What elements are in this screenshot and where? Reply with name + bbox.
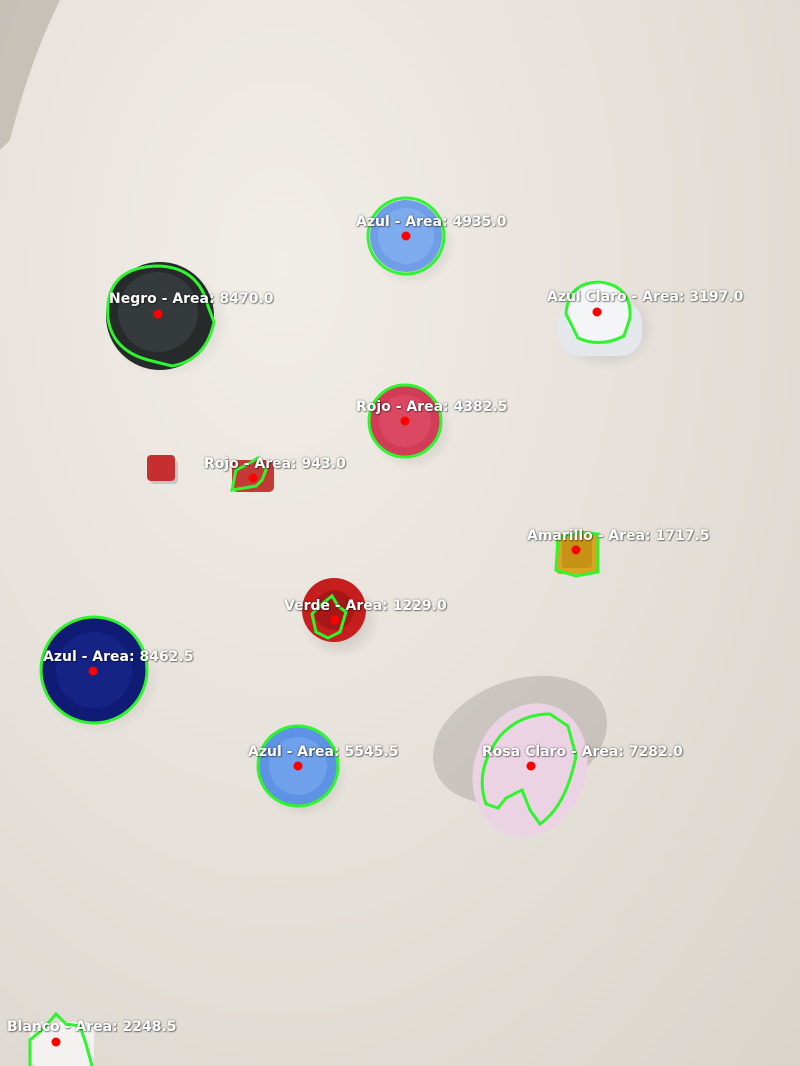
object-label: Blanco - Area: 2248.5: [7, 1019, 177, 1035]
object-label: Azul - Area: 8462.5: [43, 649, 194, 665]
centroid-dot: [293, 761, 303, 771]
centroid-dot: [571, 545, 581, 555]
centroid-dot: [401, 231, 411, 241]
centroid-dot: [400, 416, 410, 426]
black-cap: [106, 262, 230, 378]
centroid-dot: [88, 666, 98, 676]
centroid-dot: [330, 615, 340, 625]
object-label: Rojo - Area: 943.0: [204, 456, 346, 472]
centroid-dot: [526, 761, 536, 771]
object-label: Amarillo - Area: 1717.5: [527, 528, 710, 544]
corner-shadow: [0, 0, 60, 150]
object-label: Azul - Area: 5545.5: [248, 744, 399, 760]
red-cap-verde: [300, 578, 380, 658]
object-label: Negro - Area: 8470.0: [109, 291, 274, 307]
small-red-cube: [147, 455, 178, 484]
object-label: Verde - Area: 1229.0: [284, 598, 447, 614]
centroid-dot: [153, 309, 163, 319]
centroid-dot: [592, 307, 602, 317]
object-label: Rosa Claro - Area: 7282.0: [482, 744, 683, 760]
red-cap-center: [367, 383, 454, 470]
photo-scene: Azul - Area: 4935.0 Negro - Area: 8470.0…: [0, 0, 800, 1066]
centroid-dot: [51, 1037, 61, 1047]
blue-cap-bottom: [256, 724, 348, 818]
object-label: Rojo - Area: 4382.5: [356, 399, 508, 415]
object-label: Azul - Area: 4935.0: [356, 214, 507, 230]
centroid-dot: [248, 473, 258, 483]
blue-cap-top: [366, 196, 456, 286]
navy-cap: [39, 615, 160, 734]
object-label: Azul Claro - Area: 3197.0: [547, 289, 744, 305]
